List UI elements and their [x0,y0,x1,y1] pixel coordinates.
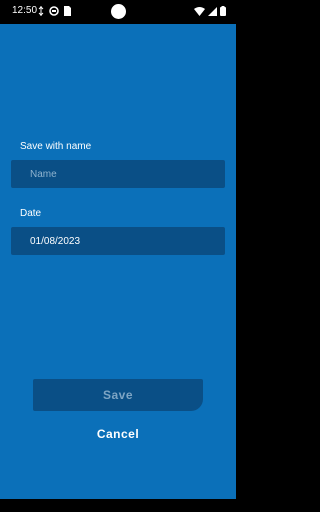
camera-cutout [111,4,126,19]
wifi-icon [194,6,205,16]
date-field[interactable]: 01/08/2023 [11,227,225,255]
save-form-screen: Save with name Name Date 01/08/2023 Save… [0,24,236,499]
navigation-bar [0,499,236,512]
status-bar: 12:50 [0,0,236,24]
sim-card-icon [64,6,71,16]
name-placeholder: Name [30,168,57,180]
status-left-icons [38,6,71,16]
save-button[interactable]: Save [33,379,203,411]
vpn-icon [49,6,59,16]
name-input[interactable]: Name [11,160,225,188]
status-time: 12:50 [12,5,38,16]
name-label: Save with name [20,141,92,152]
battery-icon [220,6,226,16]
date-label: Date [20,208,42,219]
status-right-icons [194,6,226,16]
signal-icon [208,6,217,16]
data-saver-icon [38,6,44,16]
date-value: 01/08/2023 [30,235,81,247]
cancel-button[interactable]: Cancel [33,422,203,446]
